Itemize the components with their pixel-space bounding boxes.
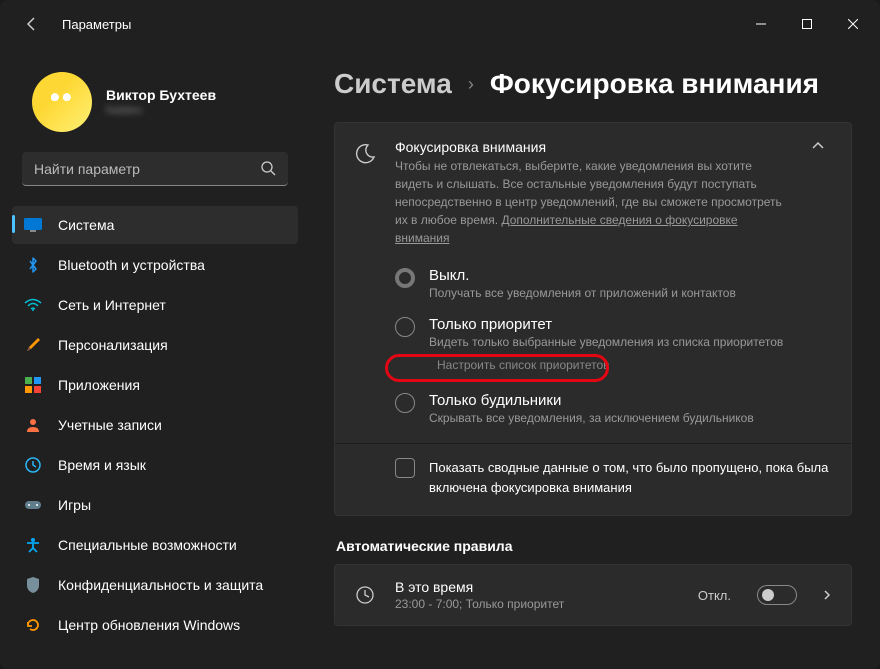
gamepad-icon bbox=[24, 496, 42, 514]
rule-subtitle: 23:00 - 7:00; Только приоритет bbox=[395, 597, 680, 611]
radio-alarms[interactable] bbox=[395, 393, 415, 413]
close-button[interactable] bbox=[830, 8, 876, 40]
user-email: hidden bbox=[106, 103, 216, 117]
sidebar-item-label: Конфиденциальность и защита bbox=[58, 577, 263, 593]
brush-icon bbox=[24, 336, 42, 354]
rule-title: В это время bbox=[395, 579, 680, 595]
focus-title: Фокусировка внимания bbox=[395, 139, 785, 155]
update-icon bbox=[24, 616, 42, 634]
radio-off[interactable] bbox=[395, 268, 415, 288]
sidebar-item-accounts[interactable]: Учетные записи bbox=[12, 406, 298, 444]
auto-rules-heading: Автоматические правила bbox=[336, 538, 852, 554]
sidebar-item-label: Система bbox=[58, 217, 114, 233]
maximize-button[interactable] bbox=[784, 8, 830, 40]
chevron-right-icon[interactable] bbox=[821, 589, 833, 601]
show-summary-row[interactable]: Показать сводные данные о том, что было … bbox=[335, 443, 851, 515]
collapse-button[interactable] bbox=[803, 139, 833, 153]
minimize-button[interactable] bbox=[738, 8, 784, 40]
sidebar-item-label: Bluetooth и устройства bbox=[58, 257, 205, 273]
display-icon bbox=[24, 216, 42, 234]
focus-assist-card: Фокусировка внимания Чтобы не отвлекатьс… bbox=[334, 122, 852, 516]
user-name: Виктор Бухтеев bbox=[106, 87, 216, 103]
chevron-right-icon: › bbox=[468, 74, 474, 95]
option-title: Выкл. bbox=[429, 267, 833, 284]
back-button[interactable] bbox=[16, 8, 48, 40]
sidebar-item-gaming[interactable]: Игры bbox=[12, 486, 298, 524]
rule-state: Откл. bbox=[698, 588, 731, 603]
accessibility-icon bbox=[24, 536, 42, 554]
option-title: Только будильники bbox=[429, 392, 833, 409]
sidebar-item-label: Время и язык bbox=[58, 457, 146, 473]
option-off[interactable]: Выкл. Получать все уведомления от прилож… bbox=[395, 267, 833, 300]
moon-icon bbox=[353, 143, 377, 165]
sidebar-item-network[interactable]: Сеть и Интернет bbox=[12, 286, 298, 324]
breadcrumb-parent[interactable]: Система bbox=[334, 68, 452, 100]
sidebar-item-label: Учетные записи bbox=[58, 417, 162, 433]
sidebar-item-time-language[interactable]: Время и язык bbox=[12, 446, 298, 484]
show-summary-label: Показать сводные данные о том, что было … bbox=[429, 458, 833, 497]
sidebar-item-label: Персонализация bbox=[58, 337, 168, 353]
window-title: Параметры bbox=[62, 17, 738, 32]
option-title: Только приоритет bbox=[429, 316, 833, 333]
search-box bbox=[22, 152, 288, 186]
option-desc: Получать все уведомления от приложений и… bbox=[429, 286, 833, 300]
rule-time-toggle[interactable] bbox=[757, 585, 797, 605]
titlebar: Параметры bbox=[0, 0, 880, 48]
sidebar-item-apps[interactable]: Приложения bbox=[12, 366, 298, 404]
rule-time-card[interactable]: В это время 23:00 - 7:00; Только приорит… bbox=[334, 564, 852, 626]
radio-priority[interactable] bbox=[395, 317, 415, 337]
search-icon bbox=[261, 161, 276, 176]
search-input[interactable] bbox=[22, 152, 288, 186]
nav: Система Bluetooth и устройства Сеть и Ин… bbox=[12, 206, 298, 644]
customize-priority-link[interactable]: Настроить список приоритетов bbox=[429, 355, 618, 376]
sidebar-item-privacy[interactable]: Конфиденциальность и защита bbox=[12, 566, 298, 604]
sidebar-item-windows-update[interactable]: Центр обновления Windows bbox=[12, 606, 298, 644]
apps-icon bbox=[24, 376, 42, 394]
clock-icon bbox=[24, 456, 42, 474]
sidebar-item-personalization[interactable]: Персонализация bbox=[12, 326, 298, 364]
focus-description: Чтобы не отвлекаться, выберите, какие ув… bbox=[395, 157, 785, 247]
user-icon bbox=[24, 416, 42, 434]
user-profile[interactable]: Виктор Бухтеев hidden bbox=[12, 48, 298, 152]
show-summary-checkbox[interactable] bbox=[395, 458, 415, 478]
sidebar-item-label: Центр обновления Windows bbox=[58, 617, 240, 633]
wifi-icon bbox=[24, 296, 42, 314]
option-desc: Видеть только выбранные уведомления из с… bbox=[429, 335, 833, 349]
sidebar-item-label: Сеть и Интернет bbox=[58, 297, 166, 313]
settings-window: Параметры Виктор Бухтеев hidden bbox=[0, 0, 880, 669]
sidebar-item-accessibility[interactable]: Специальные возможности bbox=[12, 526, 298, 564]
page-title: Фокусировка внимания bbox=[490, 68, 819, 100]
sidebar-item-label: Специальные возможности bbox=[58, 537, 237, 553]
bluetooth-icon bbox=[24, 256, 42, 274]
shield-icon bbox=[24, 576, 42, 594]
sidebar-item-label: Игры bbox=[58, 497, 91, 513]
focus-mode-options: Выкл. Получать все уведомления от прилож… bbox=[335, 263, 851, 443]
sidebar-item-label: Приложения bbox=[58, 377, 140, 393]
option-desc: Скрывать все уведомления, за исключением… bbox=[429, 411, 833, 425]
option-priority[interactable]: Только приоритет Видеть только выбранные… bbox=[395, 316, 833, 376]
avatar bbox=[32, 72, 92, 132]
breadcrumb: Система › Фокусировка внимания bbox=[334, 68, 852, 100]
option-alarms[interactable]: Только будильники Скрывать все уведомлен… bbox=[395, 392, 833, 425]
clock-outline-icon bbox=[353, 585, 377, 605]
sidebar-item-bluetooth[interactable]: Bluetooth и устройства bbox=[12, 246, 298, 284]
sidebar: Виктор Бухтеев hidden Система Bluetooth … bbox=[0, 48, 310, 669]
content-area: Система › Фокусировка внимания Фокусиров… bbox=[310, 48, 880, 669]
sidebar-item-system[interactable]: Система bbox=[12, 206, 298, 244]
